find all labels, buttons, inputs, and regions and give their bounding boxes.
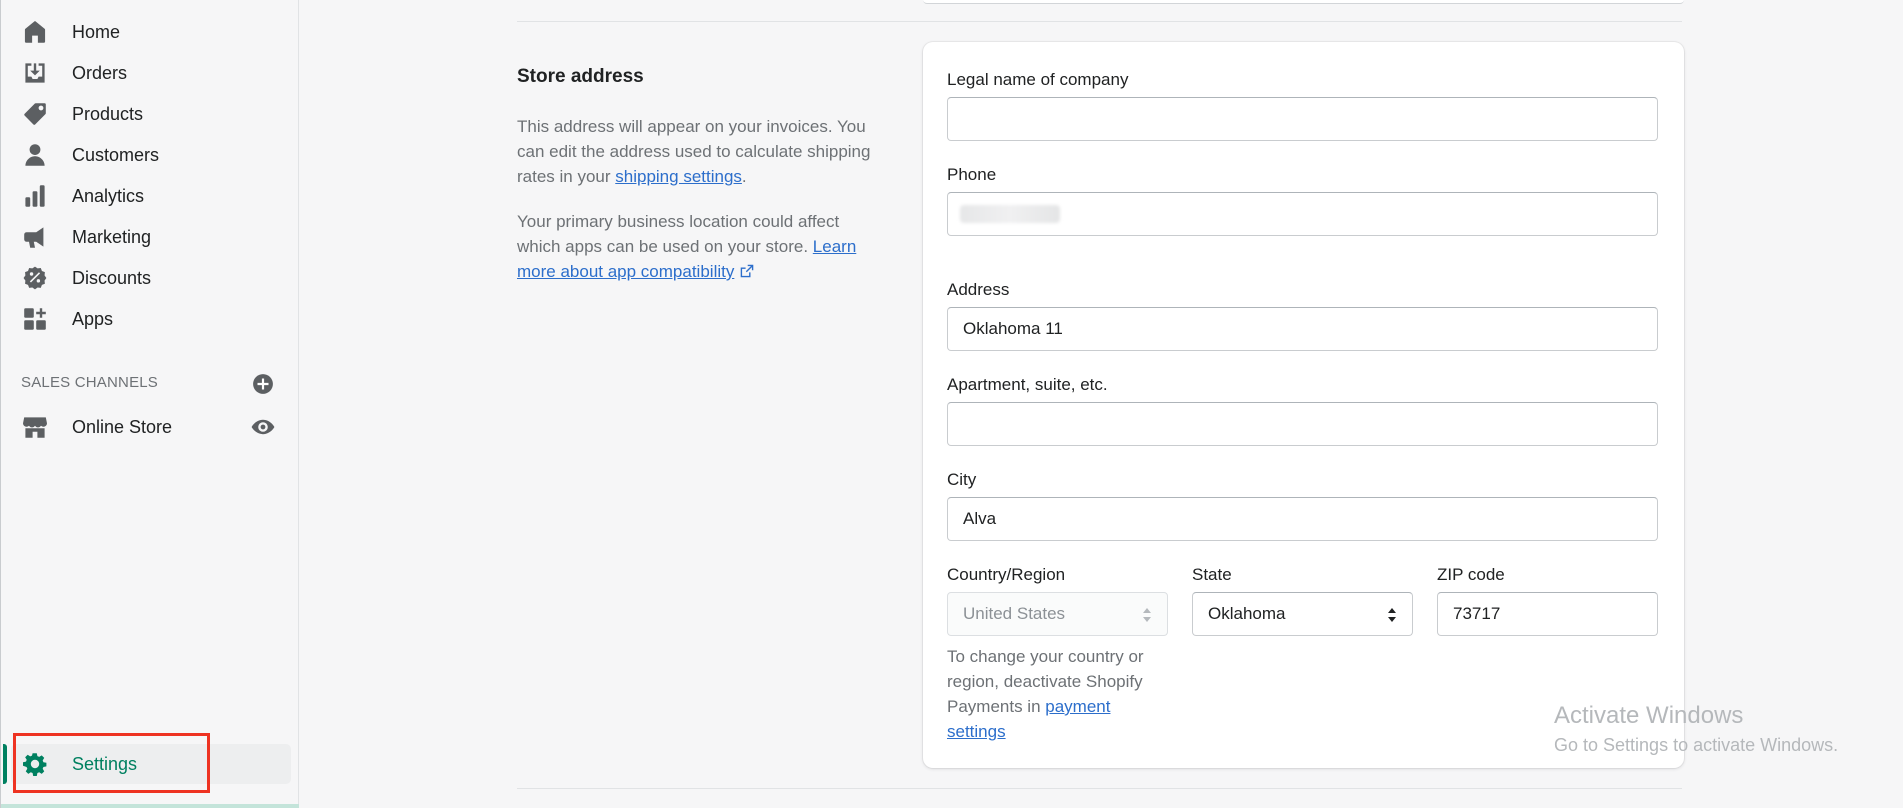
invoice-address-text: This address will appear on your invoice…: [517, 117, 871, 186]
bar-chart-icon: [21, 182, 49, 210]
eye-icon[interactable]: [251, 415, 275, 439]
store-address-card: Legal name of company Phone Address Okla…: [923, 42, 1684, 768]
external-link-icon: [740, 260, 754, 278]
section-divider: [517, 21, 1682, 22]
active-indicator: [3, 744, 7, 784]
phone-input[interactable]: [947, 192, 1658, 236]
windows-activation-watermark: Activate Windows Go to Settings to activ…: [1554, 702, 1838, 756]
legal-name-label: Legal name of company: [947, 70, 1129, 89]
sidebar-item-label: Home: [72, 21, 121, 42]
highlight-annotation-box: [13, 733, 210, 793]
select-arrows-icon: [1386, 605, 1398, 625]
store-icon: [21, 413, 49, 441]
country-label: Country/Region: [947, 565, 1066, 584]
sidebar-item-marketing[interactable]: Marketing: [21, 219, 291, 255]
address-input[interactable]: Oklahoma 11: [947, 307, 1658, 351]
city-input[interactable]: Alva: [947, 497, 1658, 541]
apartment-label: Apartment, suite, etc.: [947, 375, 1108, 394]
inbox-download-icon: [21, 59, 49, 87]
megaphone-icon: [21, 223, 49, 251]
store-address-description: Store address This address will appear o…: [517, 66, 877, 304]
sidebar-item-label: Analytics: [72, 185, 145, 206]
sidebar: Home Orders Products Customers Analytics…: [0, 0, 299, 808]
sidebar-item-orders[interactable]: Orders: [21, 55, 291, 91]
sidebar-item-products[interactable]: Products: [21, 96, 291, 132]
sidebar-item-home[interactable]: Home: [21, 14, 291, 50]
zip-input[interactable]: 73717: [1437, 592, 1658, 636]
redacted-phone-value: [960, 205, 1060, 223]
previous-card-edge: [923, 0, 1684, 4]
sales-channels-heading: SALES CHANNELS: [21, 374, 159, 391]
address-label: Address: [947, 280, 1010, 299]
apartment-input[interactable]: [947, 402, 1658, 446]
phone-label: Phone: [947, 165, 997, 184]
sidebar-item-label: Discounts: [72, 267, 152, 288]
city-label: City: [947, 470, 977, 489]
select-arrows-icon: [1141, 605, 1153, 625]
sidebar-item-customers[interactable]: Customers: [21, 137, 291, 173]
sidebar-item-discounts[interactable]: Discounts: [21, 260, 291, 296]
sidebar-item-label: Marketing: [72, 226, 152, 247]
state-label: State: [1192, 565, 1232, 584]
country-select[interactable]: United States: [947, 592, 1168, 636]
country-change-help: To change your country or region, deacti…: [947, 647, 1144, 741]
section-title: Store address: [517, 66, 644, 87]
watermark-title: Activate Windows: [1554, 702, 1744, 729]
legal-name-input[interactable]: [947, 97, 1658, 141]
sidebar-bottom-strip: [1, 804, 299, 808]
sidebar-item-label: Orders: [72, 62, 128, 83]
business-location-text: Your primary business location could aff…: [517, 212, 857, 281]
home-icon: [21, 18, 49, 46]
person-icon: [21, 141, 49, 169]
add-sales-channel-icon[interactable]: [252, 373, 274, 395]
apps-grid-icon: [21, 305, 49, 333]
watermark-subtitle: Go to Settings to activate Windows.: [1554, 735, 1839, 755]
sidebar-item-label: Apps: [72, 308, 114, 329]
sidebar-item-label: Customers: [72, 144, 160, 165]
sidebar-item-analytics[interactable]: Analytics: [21, 178, 291, 214]
sidebar-item-label: Online Store: [72, 416, 173, 437]
discount-badge-icon: [21, 264, 49, 292]
tag-icon: [21, 100, 49, 128]
sidebar-item-apps[interactable]: Apps: [21, 301, 291, 337]
state-select-value: Oklahoma: [1208, 604, 1286, 623]
sidebar-item-label: Products: [72, 103, 144, 124]
state-select[interactable]: Oklahoma: [1192, 592, 1413, 636]
section-divider: [517, 788, 1682, 789]
shipping-settings-link[interactable]: shipping settings: [615, 167, 742, 186]
country-select-value: United States: [963, 604, 1066, 623]
zip-label: ZIP code: [1437, 565, 1505, 584]
